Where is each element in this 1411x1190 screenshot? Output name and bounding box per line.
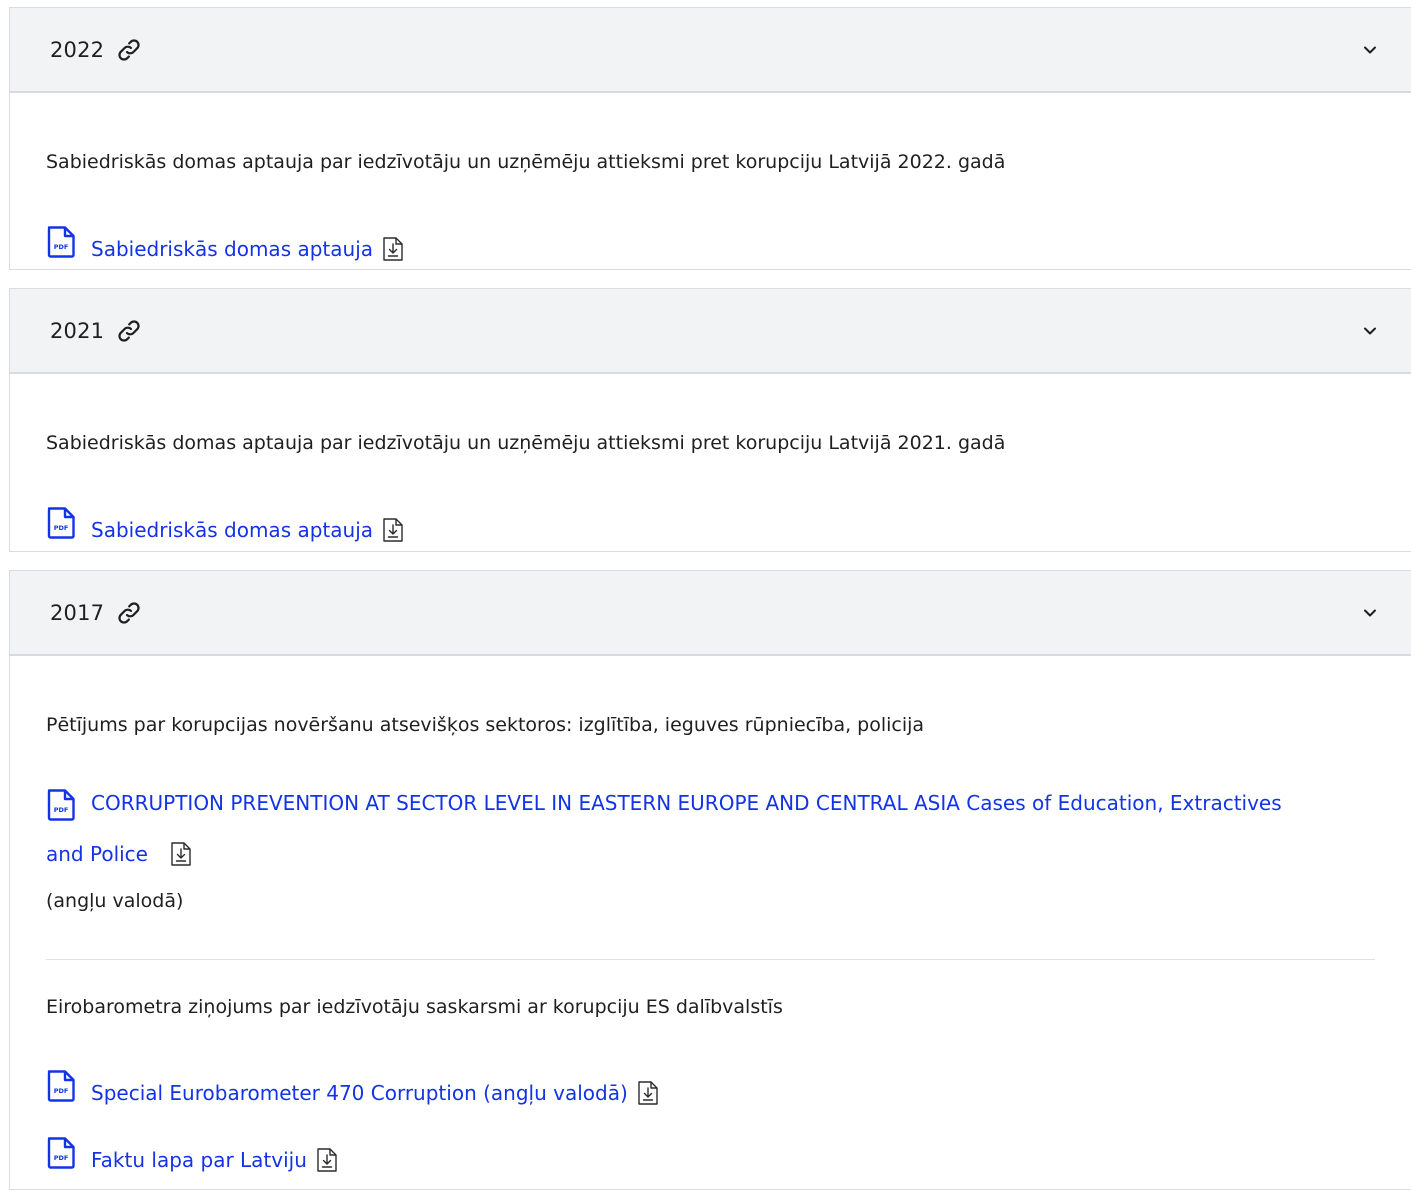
file-item-continuation: and Police [46,833,192,875]
file-link[interactable]: Special Eurobarometer 470 Corruption (an… [91,1081,628,1105]
pdf-icon [46,789,76,821]
section-year-title: 2021 [50,318,105,343]
section-description: Sabiedriskās domas aptauja par iedzīvotā… [46,151,1006,173]
pdf-icon [46,1137,76,1169]
download-icon[interactable] [382,518,404,542]
chevron-down-icon[interactable] [1363,326,1377,336]
file-item: CORRUPTION PREVENTION AT SECTOR LEVEL IN… [46,791,1391,824]
download-icon[interactable] [170,842,192,866]
accordion-header-2022[interactable]: 2022 [10,8,1411,93]
section-description: Eirobarometra ziņojums par iedzīvotāju s… [46,996,783,1018]
pdf-icon [46,507,76,539]
download-icon[interactable] [637,1081,659,1105]
file-item: Sabiedriskās domas aptauja [46,228,404,270]
chevron-down-icon[interactable] [1363,608,1377,618]
link-icon[interactable] [117,38,141,62]
link-icon[interactable] [117,319,141,343]
file-item: Sabiedriskās domas aptauja [46,509,404,551]
divider [46,959,1375,960]
file-link[interactable]: Sabiedriskās domas aptauja [91,237,373,261]
section-description: Pētījums par korupcijas novēršanu atsevi… [46,714,925,736]
file-link[interactable]: CORRUPTION PREVENTION AT SECTOR LEVEL IN… [91,782,1282,824]
accordion-2022: 2022 Sabiedriskās domas aptauja par iedz… [9,7,1411,270]
file-item: Faktu lapa par Latviju [46,1139,338,1181]
language-note: (angļu valodā) [46,890,184,912]
file-link[interactable]: Sabiedriskās domas aptauja [91,518,373,542]
section-year-title: 2022 [50,37,105,62]
section-year-title: 2017 [50,600,105,625]
link-icon[interactable] [117,601,141,625]
download-icon[interactable] [382,237,404,261]
pdf-icon [46,1070,76,1102]
download-icon[interactable] [316,1148,338,1172]
accordion-header-2017[interactable]: 2017 [10,571,1411,656]
accordion-header-2021[interactable]: 2021 [10,289,1411,374]
accordion-2017: 2017 Pētījums par korupcijas novēršanu a… [9,570,1411,1190]
pdf-icon [46,226,76,258]
accordion-2021: 2021 Sabiedriskās domas aptauja par iedz… [9,288,1411,552]
file-item: Special Eurobarometer 470 Corruption (an… [46,1072,659,1114]
section-description: Sabiedriskās domas aptauja par iedzīvotā… [46,432,1006,454]
file-link[interactable]: and Police [46,842,148,866]
chevron-down-icon[interactable] [1363,45,1377,55]
file-link[interactable]: Faktu lapa par Latviju [91,1148,307,1172]
